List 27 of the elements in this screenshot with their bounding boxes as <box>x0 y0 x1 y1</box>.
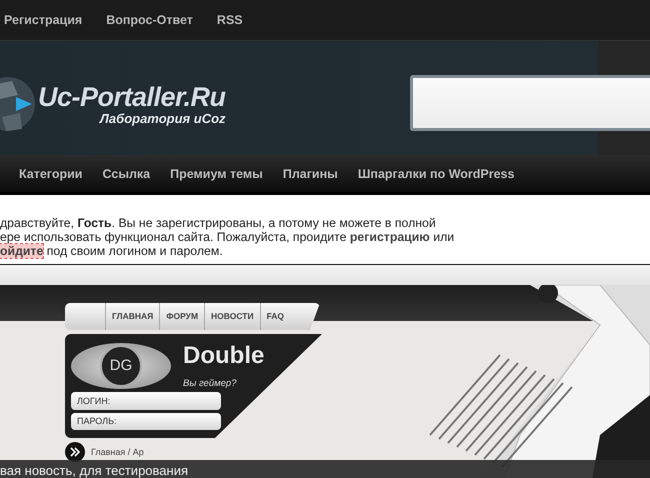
template-nav-item[interactable]: НОВОСТИ <box>204 303 260 330</box>
template-title: Double <box>183 342 264 370</box>
login-link[interactable]: ойдите <box>0 244 44 258</box>
welcome-text: дравствуйте, Гость. Вы не зарегистрированы, а потому не можете в полной <box>0 216 437 230</box>
password-field[interactable]: ПАРОЛЬ: <box>71 412 221 430</box>
logo-title: Uc-Portaller.Ru <box>38 82 226 113</box>
nav-link[interactable]: Премиум темы <box>170 166 263 180</box>
template-logo-mark: DG <box>100 344 142 386</box>
nav-link[interactable]: Ссылка <box>102 166 150 180</box>
news-caption: вая новость, для тестирования <box>0 460 650 478</box>
template-breadcrumb: Главная / Ар <box>91 447 144 457</box>
welcome-text: ойдите под своим логином и паролем. <box>0 244 224 258</box>
registration-link[interactable]: регистрацию <box>350 230 430 244</box>
template-nav-item[interactable]: FAQ <box>260 303 290 330</box>
top-link[interactable]: RSS <box>216 13 243 27</box>
template-nav-item[interactable]: ГЛАВНАЯ <box>105 303 160 330</box>
login-field[interactable]: ЛОГИН: <box>71 392 221 410</box>
search-field[interactable] <box>410 75 650 131</box>
template-tagline: Вы геймер? <box>183 378 238 389</box>
top-link[interactable]: Вопрос-Ответ <box>106 13 193 27</box>
nav-link[interactable]: Категории <box>19 166 82 180</box>
top-link[interactable]: Регистрация <box>4 13 82 27</box>
welcome-text: ере использовать функционал сайта. Пожалуйста, проидите регистрацию или <box>0 230 456 244</box>
nav-link[interactable]: Шпаргалки по WordPress <box>358 166 514 180</box>
template-nav-item[interactable]: ФОРУМ <box>159 303 204 330</box>
logo-subtitle: Лаборатория uCoz <box>100 111 226 126</box>
nav-link[interactable]: Плагины <box>282 166 338 180</box>
